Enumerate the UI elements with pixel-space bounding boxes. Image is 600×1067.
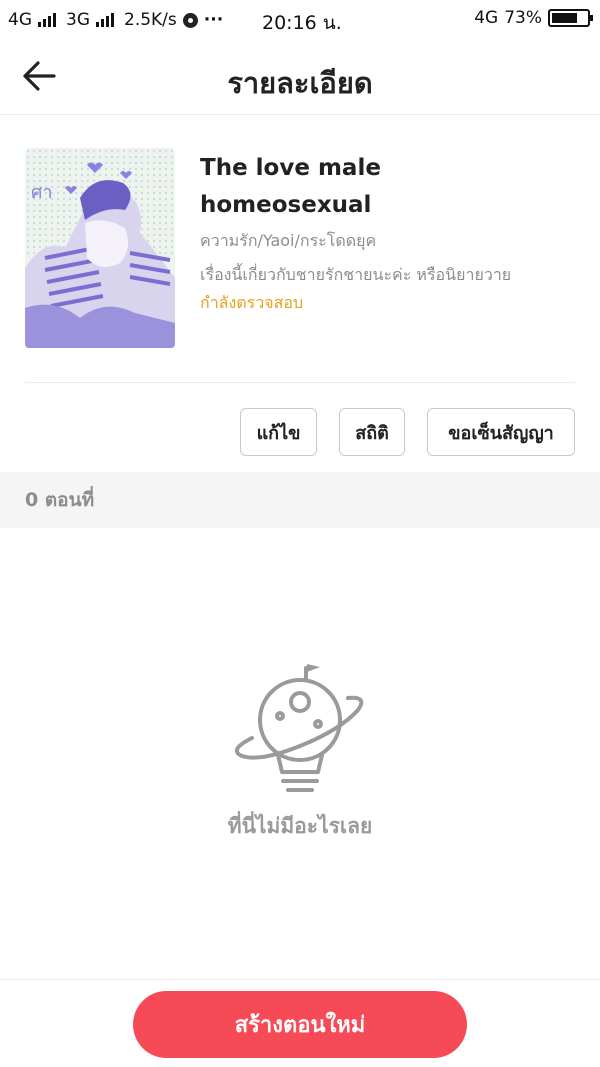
battery-percent: 73% bbox=[504, 8, 542, 28]
episodes-header: 0 ตอนที่ bbox=[0, 472, 600, 528]
episode-count: 0 ตอนที่ bbox=[25, 489, 95, 511]
chrome-icon bbox=[182, 12, 198, 28]
status-left: 4G 3G 2.5K/s ··· bbox=[8, 10, 223, 30]
network-type: 4G bbox=[474, 8, 499, 28]
signal-2-icon bbox=[96, 13, 114, 27]
clock: 20:16 น. bbox=[262, 12, 342, 34]
planet-lightbulb-icon bbox=[234, 664, 364, 792]
novel-title: The love male homeosexual bbox=[200, 155, 381, 218]
signal-1-label: 4G bbox=[8, 10, 32, 30]
create-episode-button[interactable]: สร้างตอนใหม่ bbox=[133, 991, 467, 1058]
status-right: 4G 73% bbox=[474, 8, 593, 28]
edit-button[interactable]: แก้ไข bbox=[240, 408, 317, 456]
novel-cover-image[interactable]: ศา bbox=[25, 148, 175, 348]
stats-button[interactable]: สถิติ bbox=[339, 408, 405, 456]
network-speed: 2.5K/s bbox=[124, 10, 177, 30]
more-notifications-icon: ··· bbox=[203, 10, 224, 30]
divider bbox=[25, 382, 575, 383]
empty-state-text: ที่นี่ไม่มีอะไรเลย bbox=[227, 814, 373, 838]
svg-text:ศา: ศา bbox=[31, 182, 53, 203]
novel-info: The love male homeosexual ความรัก/Yaoi/ก… bbox=[200, 150, 575, 315]
novel-description: เรื่องนี้เกี่ยวกับชายรักชายนะค่ะ หรือนิย… bbox=[200, 265, 512, 284]
bottom-bar: สร้างตอนใหม่ bbox=[0, 979, 600, 1067]
battery-icon bbox=[548, 9, 593, 27]
signal-1-icon bbox=[38, 13, 56, 27]
contract-request-button[interactable]: ขอเซ็นสัญญา bbox=[427, 408, 575, 456]
empty-state: ที่นี่ไม่มีอะไรเลย bbox=[0, 650, 600, 843]
action-buttons: แก้ไข สถิติ ขอเซ็นสัญญา bbox=[240, 408, 575, 456]
novel-genre: ความรัก/Yaoi/กระโดดยุค bbox=[200, 231, 377, 250]
status-bar: 4G 3G 2.5K/s ··· 20:16 น. 4G 73% bbox=[0, 0, 600, 40]
page-title: รายละเอียด bbox=[227, 66, 373, 100]
manga-cover-illustration-icon: ศา bbox=[25, 148, 175, 348]
novel-status: กำลังตรวจสอบ bbox=[200, 293, 304, 312]
signal-2-label: 3G bbox=[66, 10, 90, 30]
app-header: รายละเอียด bbox=[0, 40, 600, 115]
novel-card: ศา The love male homeosexual ความรัก/Yao… bbox=[25, 148, 575, 348]
